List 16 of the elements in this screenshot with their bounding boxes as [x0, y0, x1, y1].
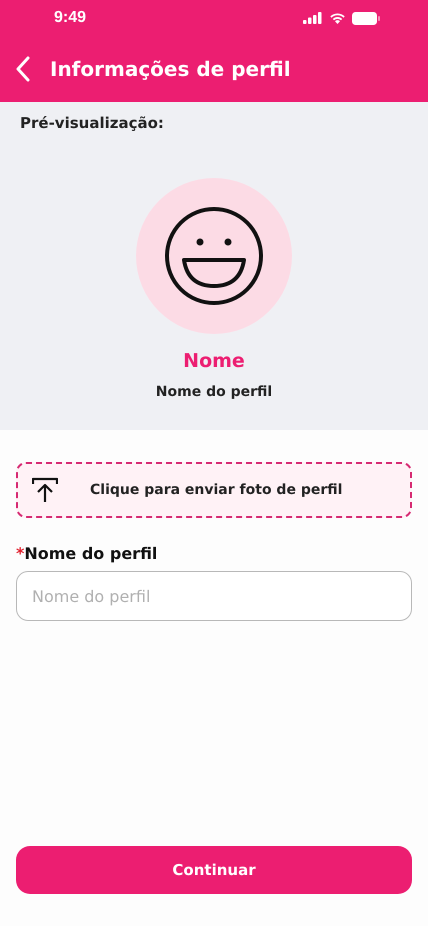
signal-icon: [303, 12, 323, 24]
required-mark: *: [16, 544, 24, 563]
back-icon[interactable]: [16, 56, 30, 82]
smiley-icon: [164, 206, 264, 306]
profile-name: Nome: [183, 350, 245, 372]
status-time: 9:49: [54, 9, 86, 27]
upload-icon: [32, 477, 58, 503]
continue-button[interactable]: Continuar: [16, 846, 412, 894]
wifi-icon: [329, 12, 346, 24]
profile-subtitle: Nome do perfil: [156, 384, 272, 400]
battery-icon: [352, 12, 380, 24]
page-title: Informações de perfil: [50, 57, 291, 81]
profile-name-input[interactable]: Nome do perfil: [16, 571, 412, 621]
preview-label: Pré-visualização:: [20, 114, 164, 132]
field-label: Nome do perfil: [24, 544, 158, 563]
upload-photo-button[interactable]: Clique para enviar foto de perfil: [16, 462, 412, 518]
